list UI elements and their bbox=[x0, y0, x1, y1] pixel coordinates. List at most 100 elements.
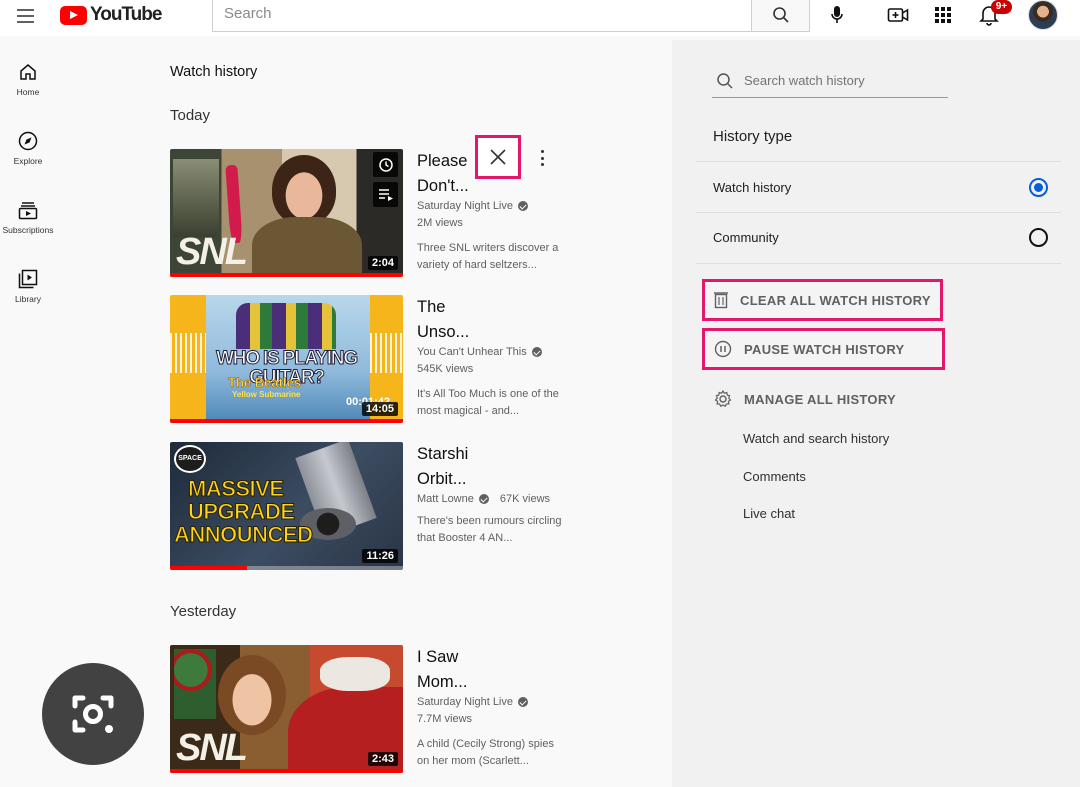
apps-grid-icon[interactable] bbox=[930, 3, 956, 27]
watch-progress-bar bbox=[170, 769, 403, 773]
link-comments[interactable]: Comments bbox=[743, 469, 806, 484]
video-description: It's All Too Much is one of the most mag… bbox=[417, 388, 559, 417]
video-item[interactable]: WHO IS PLAYING GUITAR? The Beatles Yello… bbox=[170, 295, 570, 425]
library-icon bbox=[18, 269, 38, 289]
thumbnail-subtitle-2: Yellow Submarine bbox=[232, 390, 301, 399]
option-label: Watch history bbox=[713, 179, 792, 195]
view-count: 545K views bbox=[417, 363, 474, 375]
video-description: A child (Cecily Strong) spies on her mom… bbox=[417, 738, 554, 767]
thumbnail-subtitle: The Beatles bbox=[228, 375, 301, 390]
video-description: There's been rumours circling that Boost… bbox=[417, 515, 562, 544]
pause-label: PAUSE WATCH HISTORY bbox=[744, 341, 905, 357]
history-type-title: History type bbox=[713, 128, 793, 145]
manage-label: MANAGE ALL HISTORY bbox=[744, 391, 897, 407]
sidebar-item-label: Library bbox=[15, 294, 41, 304]
verified-check-icon bbox=[531, 347, 542, 357]
trash-icon bbox=[714, 292, 728, 309]
more-options-icon[interactable] bbox=[536, 148, 548, 168]
sidebar-item-library[interactable]: Library bbox=[0, 267, 56, 304]
video-thumbnail[interactable]: WHO IS PLAYING GUITAR? The Beatles Yello… bbox=[170, 295, 403, 423]
lens-search-button[interactable] bbox=[42, 663, 144, 765]
channel-name-text: You Can't Unhear This bbox=[417, 346, 527, 358]
video-item[interactable]: SNL 2:43 I Saw Mom... Saturday Night Liv… bbox=[170, 645, 570, 775]
video-title[interactable]: Starshi Orbit... bbox=[417, 442, 487, 492]
radio-unselected[interactable] bbox=[1029, 227, 1048, 247]
channel-name-text: Matt Lowne bbox=[417, 493, 474, 505]
add-to-queue-icon[interactable] bbox=[373, 182, 398, 207]
video-thumbnail[interactable]: SPACE MASSIVE UPGRADE ANNOUNCED 11:26 bbox=[170, 442, 403, 570]
link-live-chat[interactable]: Live chat bbox=[743, 506, 795, 521]
logo-text: YouTube bbox=[90, 4, 162, 25]
video-title[interactable]: The Unso... bbox=[417, 295, 487, 345]
video-title[interactable]: I Saw Mom... bbox=[417, 645, 487, 695]
subscriptions-icon bbox=[18, 202, 38, 220]
avatar[interactable] bbox=[1028, 0, 1058, 30]
channel-name-text: Saturday Night Live bbox=[417, 200, 513, 212]
verified-check-icon bbox=[478, 494, 489, 504]
sidebar-item-label: Home bbox=[16, 87, 40, 97]
compass-icon bbox=[18, 131, 38, 151]
snl-logo: SNL bbox=[176, 727, 248, 769]
close-icon bbox=[490, 149, 506, 165]
create-video-icon[interactable] bbox=[885, 3, 911, 27]
channel-name[interactable]: Saturday Night Live bbox=[417, 696, 528, 708]
search-icon bbox=[772, 7, 789, 23]
search-watch-history-input[interactable]: Search watch history bbox=[712, 64, 948, 98]
history-type-option-watch[interactable]: Watch history bbox=[713, 172, 1048, 202]
watch-progress-bar bbox=[170, 419, 403, 423]
video-description: Three SNL writers discover a variety of … bbox=[417, 242, 559, 271]
sidebar-item-label: Subscriptions bbox=[2, 225, 54, 235]
video-item[interactable]: SPACE MASSIVE UPGRADE ANNOUNCED 11:26 St… bbox=[170, 442, 570, 572]
top-bar: YouTube Search 9+ bbox=[0, 0, 1080, 36]
notifications-badge: 9+ bbox=[991, 0, 1012, 14]
video-duration: 14:05 bbox=[361, 402, 398, 416]
gear-icon bbox=[714, 390, 732, 408]
thumbnail-headline-line2: UPGRADE bbox=[188, 499, 296, 524]
video-duration: 11:26 bbox=[362, 549, 398, 563]
pause-icon bbox=[714, 340, 732, 358]
page-title: Watch history bbox=[170, 64, 258, 80]
microphone-icon[interactable] bbox=[824, 3, 850, 27]
space-badge: SPACE bbox=[174, 445, 206, 473]
search-placeholder: Search watch history bbox=[744, 73, 865, 88]
view-count: 7.7M views bbox=[417, 713, 473, 725]
sidebar-item-subscriptions[interactable]: Subscriptions bbox=[0, 198, 56, 235]
channel-name[interactable]: Matt Lowne 67K views bbox=[417, 493, 550, 505]
watch-later-icon[interactable] bbox=[373, 152, 398, 177]
remove-from-history-button[interactable] bbox=[475, 135, 521, 179]
manage-all-history-button[interactable]: MANAGE ALL HISTORY bbox=[702, 378, 896, 420]
menu-icon[interactable] bbox=[14, 6, 38, 26]
video-duration: 2:04 bbox=[367, 256, 398, 270]
home-icon bbox=[20, 64, 36, 80]
link-watch-and-search-history[interactable]: Watch and search history bbox=[743, 431, 889, 446]
divider bbox=[696, 212, 1061, 213]
history-type-option-community[interactable]: Community bbox=[713, 222, 1048, 252]
sidebar-item-label: Explore bbox=[13, 156, 43, 166]
clear-all-watch-history-button[interactable]: CLEAR ALL WATCH HISTORY bbox=[702, 279, 943, 321]
radio-selected[interactable] bbox=[1029, 177, 1048, 197]
watch-progress-bar bbox=[170, 273, 403, 277]
search-button[interactable] bbox=[751, 0, 810, 32]
channel-name[interactable]: You Can't Unhear This bbox=[417, 346, 542, 358]
channel-name-text: Saturday Night Live bbox=[417, 696, 513, 708]
thumbnail-headline-line1: MASSIVE bbox=[188, 476, 285, 501]
channel-name[interactable]: Saturday Night Live bbox=[417, 200, 528, 212]
view-count: 67K views bbox=[499, 493, 551, 505]
section-heading-today: Today bbox=[170, 107, 211, 124]
watch-history-main: Watch history Today SNL 2:04 Please Don'… bbox=[60, 40, 672, 787]
youtube-play-icon bbox=[60, 5, 87, 25]
divider bbox=[696, 161, 1061, 162]
youtube-logo[interactable]: YouTube bbox=[60, 3, 162, 27]
history-side-panel: Search watch history History type Watch … bbox=[672, 40, 1080, 787]
option-label: Community bbox=[713, 229, 779, 245]
section-heading-yesterday: Yesterday bbox=[170, 603, 237, 620]
sidebar-item-explore[interactable]: Explore bbox=[0, 129, 56, 166]
divider bbox=[696, 263, 1061, 264]
watch-progress-bar bbox=[170, 566, 247, 570]
sidebar-item-home[interactable]: Home bbox=[0, 60, 56, 97]
view-count: 2M views bbox=[417, 217, 463, 229]
pause-watch-history-button[interactable]: PAUSE WATCH HISTORY bbox=[702, 328, 945, 370]
search-input[interactable]: Search bbox=[212, 0, 752, 32]
video-thumbnail[interactable]: SNL 2:43 bbox=[170, 645, 403, 773]
video-thumbnail[interactable]: SNL 2:04 bbox=[170, 149, 403, 277]
